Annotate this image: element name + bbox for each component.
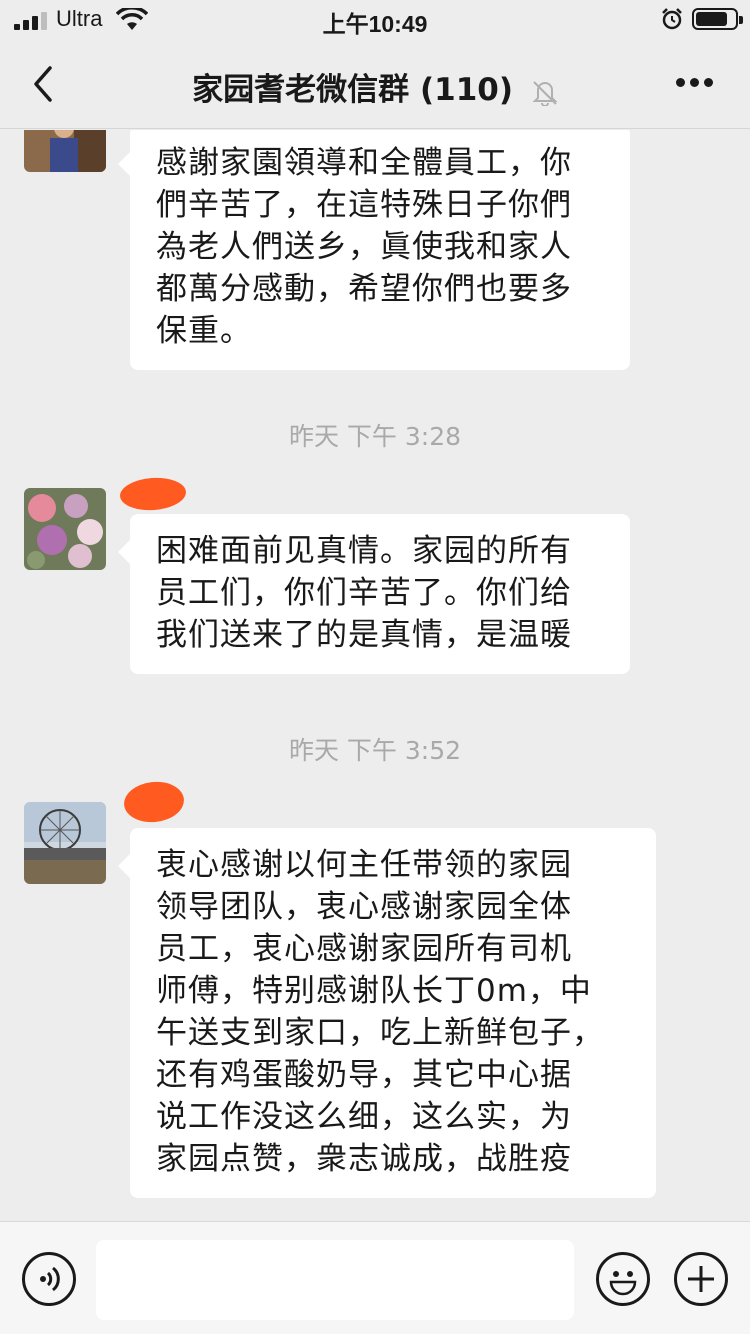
chat-header: 家园耆老微信群 (110) bbox=[0, 40, 750, 129]
message-bubble[interactable]: 困难面前见真情。家园的所有 员工们，你们辛苦了。你们给 我们送来了的是真情，是温… bbox=[118, 514, 630, 674]
message-text-line: 员工，衷心感谢家园所有司机 bbox=[156, 931, 572, 967]
more-dots-icon[interactable] bbox=[670, 78, 720, 90]
message-input[interactable] bbox=[96, 1240, 574, 1320]
message-text-line: 們辛苦了，在這特殊日子你們 bbox=[156, 187, 572, 223]
redacted-sender-name bbox=[118, 475, 188, 513]
message-timestamp: 昨天 下午 3:28 bbox=[288, 422, 462, 451]
message-bubble[interactable]: 衷心感谢以何主任带领的家园 领导团队，衷心感谢家园全体 员工，衷心感谢家园所有司… bbox=[118, 828, 656, 1198]
chat-history[interactable]: 感謝家園領導和全體員工，你 們辛苦了，在這特殊日子你們 為老人們送乡，眞使我和家… bbox=[0, 130, 750, 1220]
redacted-sender-name bbox=[122, 778, 186, 826]
message-text-line: 我们送来了的是真情，是温暖 bbox=[156, 617, 572, 653]
message-text-line: 困难面前见真情。家园的所有 bbox=[156, 533, 572, 569]
message-text-line: 為老人們送乡，眞使我和家人 bbox=[156, 229, 572, 265]
input-bar bbox=[0, 1221, 750, 1334]
status-bar: Ultra 上午10:49 bbox=[0, 0, 750, 40]
emoji-icon[interactable] bbox=[596, 1252, 650, 1306]
message-text-line: 师傅，特别感谢队长丁0m，中 bbox=[156, 973, 592, 1009]
avatar[interactable] bbox=[24, 488, 106, 570]
battery-icon bbox=[692, 8, 743, 30]
plus-icon[interactable] bbox=[674, 1252, 728, 1306]
status-time: 上午10:49 bbox=[322, 11, 428, 37]
message-text-line: 感謝家園領導和全體員工，你 bbox=[156, 145, 572, 181]
voice-icon[interactable] bbox=[22, 1252, 76, 1306]
message-text-line: 家园点赞，衆志诚成，战胜疫 bbox=[156, 1141, 572, 1177]
message-text-line: 说工作没这么细，这么实，为 bbox=[156, 1099, 572, 1135]
message-text-line: 衷心感谢以何主任带领的家园 bbox=[156, 847, 572, 883]
chat-title-text: 家园耆老微信群 (110) bbox=[192, 72, 514, 108]
message-text-line: 员工们，你们辛苦了。你们给 bbox=[156, 575, 572, 611]
message-text-line: 还有鸡蛋酸奶导，其它中心据 bbox=[156, 1057, 572, 1093]
avatar[interactable] bbox=[24, 130, 106, 172]
message-timestamp: 昨天 下午 3:52 bbox=[288, 736, 462, 765]
message-text-line: 午送支到家口，吃上新鲜包子， bbox=[156, 1015, 604, 1051]
message-text-line: 都萬分感動，希望你們也要多 bbox=[156, 271, 572, 307]
avatar[interactable] bbox=[24, 802, 106, 884]
alarm-icon bbox=[662, 8, 682, 30]
message-bubble[interactable]: 感謝家園領導和全體員工，你 們辛苦了，在這特殊日子你們 為老人們送乡，眞使我和家… bbox=[118, 130, 630, 370]
message-text-line: 领导团队，衷心感谢家园全体 bbox=[156, 889, 572, 925]
bell-muted-icon bbox=[532, 80, 558, 106]
chat-title: 家园耆老微信群 (110) bbox=[0, 64, 750, 109]
message-text-line: 保重。 bbox=[156, 313, 252, 349]
